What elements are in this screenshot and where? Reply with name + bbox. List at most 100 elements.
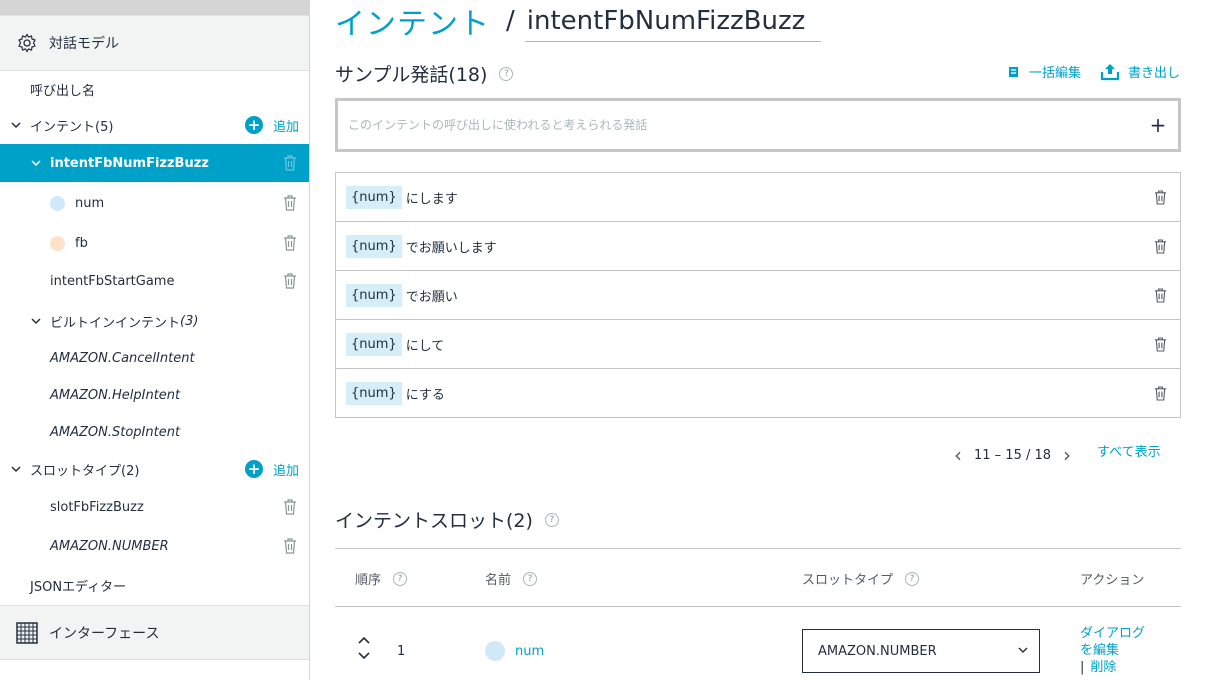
chevron-up-icon[interactable] [357,635,371,645]
sidebar-item-intents[interactable]: インテント(5) + 追加 [0,106,309,144]
sidebar-item-label: 呼び出し名 [30,83,96,99]
add-slot-type-button[interactable]: + 追加 [244,460,299,479]
column-action: アクション [1080,569,1144,588]
sidebar-item-builtin-intents[interactable]: ビルトインインテント (3) [0,302,309,340]
chevron-right-icon[interactable]: › [1051,443,1083,467]
column-label: 順序 [355,573,382,588]
sidebar-item-label: AMAZON.NUMBER [50,538,169,554]
export-label: 書き出し [1128,66,1181,81]
utterance-text: にする [405,387,445,403]
trash-icon[interactable] [1154,288,1167,303]
slot-color-dot [50,235,65,251]
slot-chip[interactable]: {num} [346,185,402,209]
sidebar-item-label: JSONエディター [30,579,127,595]
chevron-left-icon[interactable]: ‹ [942,443,974,467]
edit-dialog-line1: ダイアログ [1080,626,1146,641]
utterance-input[interactable] [348,118,1138,132]
help-icon[interactable]: ? [523,571,538,586]
sidebar-item-json-editor[interactable]: JSONエディター [0,566,309,604]
column-order: 順序 ? [355,569,408,588]
sidebar-item-slot-num[interactable]: num [0,184,309,222]
chevron-down-icon[interactable] [357,651,371,661]
reorder-controls [357,635,371,661]
slot-chip[interactable]: {num} [346,283,402,307]
sidebar-item-slot-type[interactable]: AMAZON.NUMBER [0,527,309,565]
utterance-text: にして [405,338,445,354]
plus-circle-icon: + [244,116,263,134]
sidebar-item-invocation[interactable]: 呼び出し名 [0,70,309,108]
trash-icon[interactable] [1154,239,1167,254]
slot-chip[interactable]: {num} [346,381,402,405]
bulk-edit-button[interactable]: 一括編集 [1007,62,1081,81]
slot-color-dot [50,195,65,211]
sidebar-item-selected-intent[interactable]: intentFbNumFizzBuzz [0,144,309,182]
trash-icon[interactable] [283,195,297,211]
main-content: インテント / intentFbNumFizzBuzz サンプル発話(18) ?… [310,0,1206,680]
help-icon[interactable]: ? [905,571,920,586]
sidebar-item-builtin[interactable]: AMAZON.CancelIntent [0,339,309,377]
sidebar: 対話モデル 呼び出し名 インテント(5) + 追加 intentFbNumFiz… [0,0,310,680]
utterance-row[interactable]: {num} にする [336,369,1180,417]
trash-icon[interactable] [283,235,297,251]
intent-slots-heading: インテントスロット(2) ? [335,506,559,533]
chevron-down-icon[interactable] [30,315,42,327]
utterance-list: {num} にします {num} でお願いします {num} でお願い {num… [335,172,1181,418]
column-label: 名前 [485,573,512,588]
trash-icon[interactable] [283,499,297,515]
slot-actions: ダイアログ を編集 | 削除 [1080,625,1145,676]
utterance-text: でお願いします [405,240,497,256]
select-value: AMAZON.NUMBER [818,643,937,659]
utterance-row[interactable]: {num} でお願いします [336,222,1180,271]
slot-chip[interactable]: {num} [346,332,402,356]
show-all-link[interactable]: すべて表示 [1097,441,1161,460]
utterance-row[interactable]: {num} でお願い [336,271,1180,320]
sidebar-section-label: インターフェース [49,625,160,642]
column-label: スロットタイプ [802,573,894,588]
utterance-text: にします [405,191,458,207]
sample-utterances-heading: サンプル発話(18) ? [335,60,514,87]
delete-slot-link[interactable]: 削除 [1090,660,1116,675]
help-icon[interactable]: ? [544,512,559,527]
slot-name-text: num [515,643,545,659]
sidebar-section-dialog-model[interactable]: 対話モデル [0,15,309,71]
sidebar-item-slot-type[interactable]: slotFbFizzBuzz [0,488,309,526]
sidebar-item-builtin[interactable]: AMAZON.StopIntent [0,413,309,451]
intent-name-field[interactable]: intentFbNumFizzBuzz [524,1,822,42]
heading-text: サンプル発話(18) [335,64,488,86]
sidebar-item-builtin[interactable]: AMAZON.HelpIntent [0,376,309,414]
sidebar-item-slot-types[interactable]: スロットタイプ(2) + 追加 [0,450,309,488]
breadcrumb-intents-link[interactable]: インテント [335,0,490,43]
sidebar-item-label: インテント(5) [30,119,114,135]
slot-order: 1 [397,644,406,659]
column-slot-type: スロットタイプ ? [802,569,920,588]
trash-icon[interactable] [1154,386,1167,401]
edit-dialog-link[interactable]: ダイアログ を編集 [1080,625,1145,659]
page-title: インテント / intentFbNumFizzBuzz [335,0,822,43]
export-button[interactable]: 書き出し [1100,62,1180,81]
sidebar-item-start-game[interactable]: intentFbStartGame [0,262,309,300]
sidebar-section-interfaces[interactable]: インターフェース [0,605,309,660]
sidebar-item-label: AMAZON.CancelIntent [50,350,195,366]
trash-icon[interactable] [283,538,297,554]
trash-icon[interactable] [1154,190,1167,205]
slot-name-link[interactable]: num [485,641,544,661]
trash-icon[interactable] [283,155,297,171]
chevron-down-icon[interactable] [10,463,22,475]
add-intent-button[interactable]: + 追加 [244,116,299,135]
slot-type-select[interactable]: AMAZON.NUMBER [802,629,1040,673]
sidebar-item-label: fb [75,235,88,251]
utterance-row[interactable]: {num} にして [336,320,1180,369]
column-label: アクション [1080,573,1145,588]
sidebar-item-slot-fb[interactable]: fb [0,224,309,262]
help-icon[interactable]: ? [393,571,408,586]
help-icon[interactable]: ? [499,66,514,81]
slot-chip[interactable]: {num} [346,234,402,258]
add-utterance-button[interactable]: + [1138,113,1178,137]
chevron-down-icon[interactable] [10,119,22,131]
trash-icon[interactable] [283,273,297,289]
utterance-row[interactable]: {num} にします [336,173,1180,222]
bulk-edit-icon [1009,66,1018,77]
trash-icon[interactable] [1154,337,1167,352]
chevron-down-icon[interactable] [30,157,42,169]
sidebar-item-label: num [75,195,105,211]
